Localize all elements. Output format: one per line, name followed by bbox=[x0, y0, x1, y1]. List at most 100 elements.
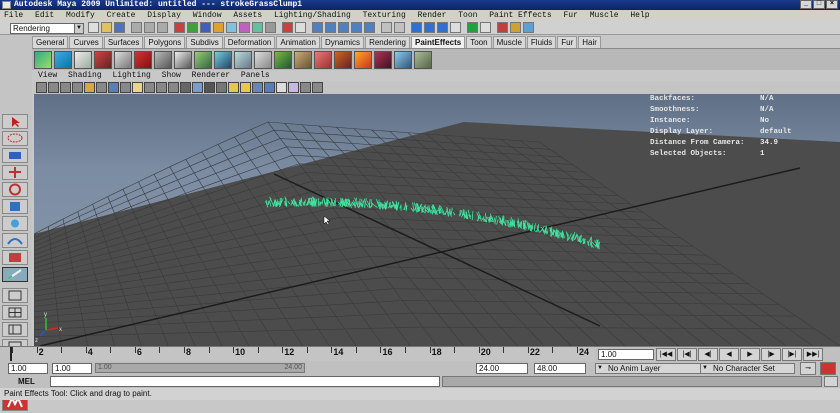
persp-viewport[interactable]: x y z Backfaces:N/A Smoothness:N/A Insta… bbox=[34, 94, 840, 348]
snap-view-plane-icon[interactable] bbox=[351, 22, 362, 33]
xray-icon[interactable] bbox=[264, 82, 275, 93]
animation-preferences-icon[interactable] bbox=[820, 362, 836, 375]
construction-history-icon[interactable] bbox=[394, 22, 405, 33]
textured-icon[interactable] bbox=[228, 82, 239, 93]
menu-muscle[interactable]: Muscle bbox=[590, 11, 619, 20]
single-view-layout-icon[interactable] bbox=[2, 288, 28, 303]
resolution-gate-icon[interactable] bbox=[120, 82, 131, 93]
smoke-brush-icon[interactable] bbox=[114, 51, 132, 69]
paint-select-tool-icon[interactable] bbox=[2, 148, 28, 163]
playback-end-field[interactable]: 24.00 bbox=[476, 363, 528, 374]
film-gate-icon[interactable] bbox=[108, 82, 119, 93]
fire-brush-icon[interactable] bbox=[134, 51, 152, 69]
mask-dynamics-icon[interactable] bbox=[239, 22, 250, 33]
tab-curves[interactable]: Curves bbox=[69, 36, 102, 48]
grid-icon[interactable] bbox=[96, 82, 107, 93]
grass-brush-icon[interactable] bbox=[194, 51, 212, 69]
hair-brush-icon[interactable] bbox=[174, 51, 192, 69]
tree-brush-icon[interactable] bbox=[74, 51, 92, 69]
bush-brush-icon[interactable] bbox=[414, 51, 432, 69]
select-component-icon[interactable] bbox=[157, 22, 168, 33]
menu-toon[interactable]: Toon bbox=[458, 11, 477, 20]
mask-handles-icon[interactable] bbox=[174, 22, 185, 33]
menu-edit[interactable]: Edit bbox=[35, 11, 54, 20]
play-backwards-icon[interactable]: ◀ bbox=[719, 348, 739, 361]
tab-toon[interactable]: Toon bbox=[466, 36, 491, 48]
mask-rendering-icon[interactable] bbox=[252, 22, 263, 33]
step-forward-frame-icon[interactable]: |▶ bbox=[761, 348, 781, 361]
select-camera-icon[interactable] bbox=[36, 82, 47, 93]
panel-menu-renderer[interactable]: Renderer bbox=[192, 71, 230, 80]
water-brush-icon[interactable] bbox=[214, 51, 232, 69]
feather-brush-icon[interactable] bbox=[254, 51, 272, 69]
show-attribute-editor-icon[interactable] bbox=[497, 22, 508, 33]
gate-mask-icon[interactable] bbox=[132, 82, 143, 93]
new-scene-icon[interactable] bbox=[88, 22, 99, 33]
panel-menu-show[interactable]: Show bbox=[162, 71, 181, 80]
panel-menu-view[interactable]: View bbox=[38, 71, 57, 80]
script-editor-icon[interactable] bbox=[824, 376, 838, 387]
four-view-layout-icon[interactable] bbox=[2, 305, 28, 320]
menu-window[interactable]: Window bbox=[193, 11, 222, 20]
panel-menu-shading[interactable]: Shading bbox=[68, 71, 102, 80]
menu-lighting-shading[interactable]: Lighting/Shading bbox=[274, 11, 351, 20]
select-object-icon[interactable] bbox=[144, 22, 155, 33]
snow-brush-icon[interactable] bbox=[394, 51, 412, 69]
lasso-tool-icon[interactable] bbox=[2, 131, 28, 146]
paint-effects-tool-icon[interactable] bbox=[2, 267, 28, 282]
render-current-frame-icon[interactable] bbox=[424, 22, 435, 33]
select-hierarchy-icon[interactable] bbox=[131, 22, 142, 33]
mask-curves-icon[interactable] bbox=[200, 22, 211, 33]
step-back-frame-icon[interactable]: ◀| bbox=[698, 348, 718, 361]
command-input[interactable] bbox=[50, 376, 440, 387]
play-forwards-icon[interactable]: ▶ bbox=[740, 348, 760, 361]
tab-dynamics[interactable]: Dynamics bbox=[321, 36, 364, 48]
field-chart-icon[interactable] bbox=[144, 82, 155, 93]
flower-brush-icon[interactable] bbox=[94, 51, 112, 69]
smooth-shade-icon[interactable] bbox=[192, 82, 203, 93]
leaf-brush-icon[interactable] bbox=[294, 51, 312, 69]
ipr-render-icon[interactable] bbox=[437, 22, 448, 33]
universal-manipulator-icon[interactable] bbox=[2, 216, 28, 231]
menu-display[interactable]: Display bbox=[147, 11, 181, 20]
tab-subdivs[interactable]: Subdivs bbox=[186, 36, 222, 48]
persp-outliner-layout-icon[interactable] bbox=[2, 322, 28, 337]
menu-help[interactable]: Help bbox=[630, 11, 649, 20]
snap-grid-icon[interactable] bbox=[312, 22, 323, 33]
metal-brush-icon[interactable] bbox=[154, 51, 172, 69]
current-time-field[interactable]: 1.00 bbox=[598, 349, 654, 360]
move-tool-icon[interactable] bbox=[2, 165, 28, 180]
close-button[interactable]: × bbox=[826, 0, 838, 9]
mask-deformations-icon[interactable] bbox=[226, 22, 237, 33]
playback-start-field[interactable]: 1.00 bbox=[52, 363, 92, 374]
tab-muscle[interactable]: Muscle bbox=[493, 36, 526, 48]
anim-layer-selector[interactable]: ▼No Anim Layer bbox=[595, 363, 705, 374]
2d-pan-zoom-icon[interactable] bbox=[84, 82, 95, 93]
start-time-field[interactable]: 1.00 bbox=[8, 363, 48, 374]
cloud-brush-icon[interactable] bbox=[234, 51, 252, 69]
render-view-icon[interactable] bbox=[411, 22, 422, 33]
mask-surfaces-icon[interactable] bbox=[213, 22, 224, 33]
soft-modification-icon[interactable] bbox=[2, 233, 28, 248]
wireframe-icon[interactable] bbox=[180, 82, 191, 93]
xray-joints-icon[interactable] bbox=[276, 82, 287, 93]
auto-key-icon[interactable]: ⊸ bbox=[800, 362, 816, 375]
shadows-icon[interactable] bbox=[252, 82, 263, 93]
menu-texturing[interactable]: Texturing bbox=[363, 11, 406, 20]
input-field-icon[interactable] bbox=[480, 22, 491, 33]
camera-attributes-icon[interactable] bbox=[48, 82, 59, 93]
rotate-tool-icon[interactable] bbox=[2, 182, 28, 197]
minimize-button[interactable]: _ bbox=[800, 0, 812, 9]
go-to-end-icon[interactable]: ▶▶| bbox=[803, 348, 823, 361]
input-line-icon[interactable] bbox=[467, 22, 478, 33]
menu-fur[interactable]: Fur bbox=[563, 11, 577, 20]
time-slider[interactable]: 24681012141618202224 1.00 |◀◀ |◀| ◀| ◀ ▶… bbox=[0, 346, 840, 361]
high-quality-icon[interactable] bbox=[300, 82, 311, 93]
tab-fluids[interactable]: Fluids bbox=[527, 36, 556, 48]
snap-curve-icon[interactable] bbox=[325, 22, 336, 33]
show-channel-box-icon[interactable] bbox=[523, 22, 534, 33]
highlight-selection-icon[interactable] bbox=[295, 22, 306, 33]
tab-animation[interactable]: Animation bbox=[276, 36, 320, 48]
menu-set-selector[interactable]: Rendering ▼ bbox=[10, 23, 84, 34]
paint-effects-panel-icon[interactable] bbox=[54, 51, 72, 69]
